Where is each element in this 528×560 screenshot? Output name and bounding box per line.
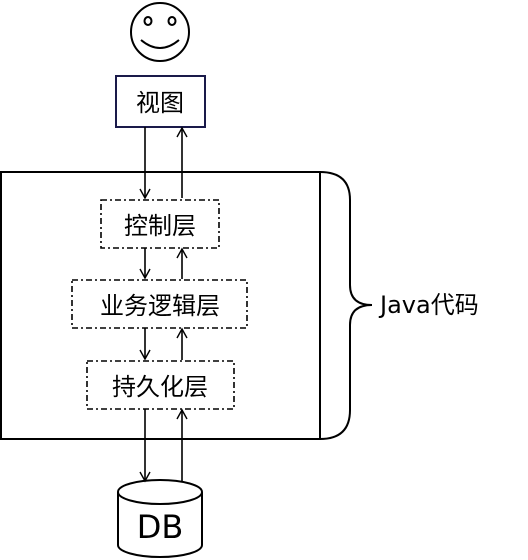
controller-label: 控制层 [124,212,196,240]
business-layer-box: 业务逻辑层 [71,279,248,329]
diagram-canvas: 视图 Java代码 控制层 业务逻辑层 持久化层 DB [0,2,479,558]
curly-brace [319,171,373,440]
persistence-label: 持久化层 [112,373,208,401]
view-label: 视图 [136,89,184,117]
persistence-layer-box: 持久化层 [86,360,235,410]
database-cylinder-icon: DB [117,479,203,558]
java-code-label: Java代码 [378,291,479,319]
architecture-diagram: 视图 Java代码 控制层 业务逻辑层 持久化层 DB [0,0,528,560]
smiley-face-icon [130,2,190,62]
db-label: DB [137,508,184,546]
view-box: 视图 [115,75,206,128]
controller-layer-box: 控制层 [100,199,220,249]
business-label: 业务逻辑层 [100,292,220,320]
